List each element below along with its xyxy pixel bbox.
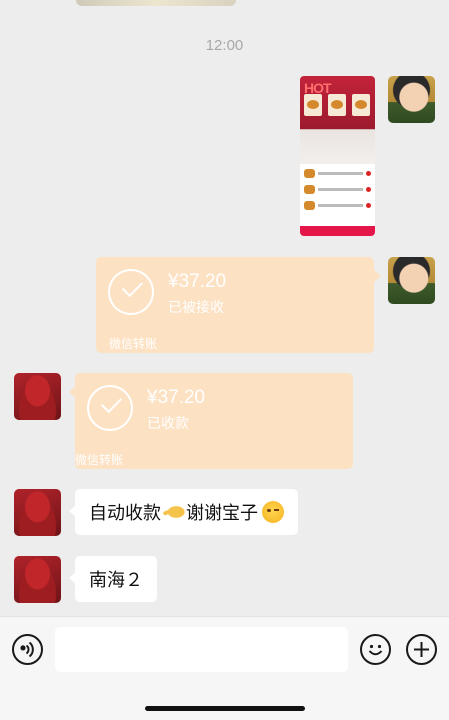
- winking-face-emoji-icon: [262, 501, 284, 523]
- pointing-hand-emoji-icon: [163, 503, 185, 521]
- message-text: 自动收款: [89, 503, 161, 523]
- message-input[interactable]: [55, 627, 348, 672]
- my-avatar[interactable]: [388, 257, 435, 304]
- message-text: 南海２: [89, 570, 143, 590]
- transfer-card-received[interactable]: ¥37.20 已收款 微信转账: [75, 373, 353, 469]
- transfer-amount: ¥37.20: [168, 271, 227, 292]
- chat-input-bar: [0, 616, 449, 720]
- home-indicator[interactable]: [145, 706, 305, 711]
- previous-image-message[interactable]: [76, 0, 236, 6]
- transfer-status: 已收款: [147, 415, 189, 431]
- plus-icon[interactable]: [406, 634, 437, 665]
- text-message-bubble[interactable]: 自动收款 谢谢宝子: [75, 489, 298, 535]
- transfer-source: 微信转账: [75, 453, 124, 467]
- contact-avatar[interactable]: [14, 556, 61, 603]
- check-circle-icon: [87, 385, 133, 431]
- message-timestamp: 12:00: [205, 37, 244, 54]
- bubble-tail: [374, 270, 381, 282]
- emoji-icon[interactable]: [360, 634, 391, 665]
- contact-avatar[interactable]: [14, 489, 61, 536]
- transfer-source: 微信转账: [109, 337, 158, 351]
- transfer-card-sent[interactable]: ¥37.20 已被接收 微信转账: [96, 257, 374, 353]
- text-message-bubble[interactable]: 南海２: [75, 556, 157, 602]
- transfer-amount: ¥37.20: [147, 387, 206, 408]
- message-text: 谢谢宝子: [186, 503, 258, 523]
- screenshot-image-message[interactable]: HOT: [300, 76, 375, 236]
- contact-avatar[interactable]: [14, 373, 61, 420]
- voice-icon[interactable]: [12, 634, 43, 665]
- transfer-status: 已被接收: [168, 299, 224, 315]
- my-avatar[interactable]: [388, 76, 435, 123]
- check-circle-icon: [108, 269, 154, 315]
